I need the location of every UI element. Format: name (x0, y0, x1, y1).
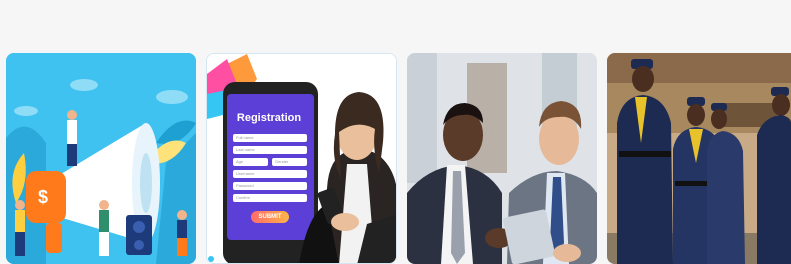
registration-field: Gender (272, 158, 307, 166)
registration-field: Username (233, 170, 307, 178)
registration-field: Last name (233, 146, 307, 154)
registration-field: Full name (233, 134, 307, 142)
svg-text:$: $ (38, 187, 48, 207)
registration-field: Confirm (233, 194, 307, 202)
security-team-card[interactable] (607, 53, 791, 264)
marketing-card[interactable]: $ (6, 53, 196, 264)
registration-title: Registration (236, 112, 302, 124)
registration-card[interactable]: Registration Full name Last name Age Gen… (206, 53, 397, 264)
registration-field: Age (233, 158, 268, 166)
security-guards-photo-icon (607, 53, 791, 264)
businessmen-photo-icon (407, 53, 597, 264)
registration-submit-button: SUBMIT (251, 211, 289, 223)
business-meeting-card[interactable] (407, 53, 597, 264)
megaphone-illustration-icon: $ (6, 53, 196, 264)
registration-field: Password (233, 182, 307, 190)
